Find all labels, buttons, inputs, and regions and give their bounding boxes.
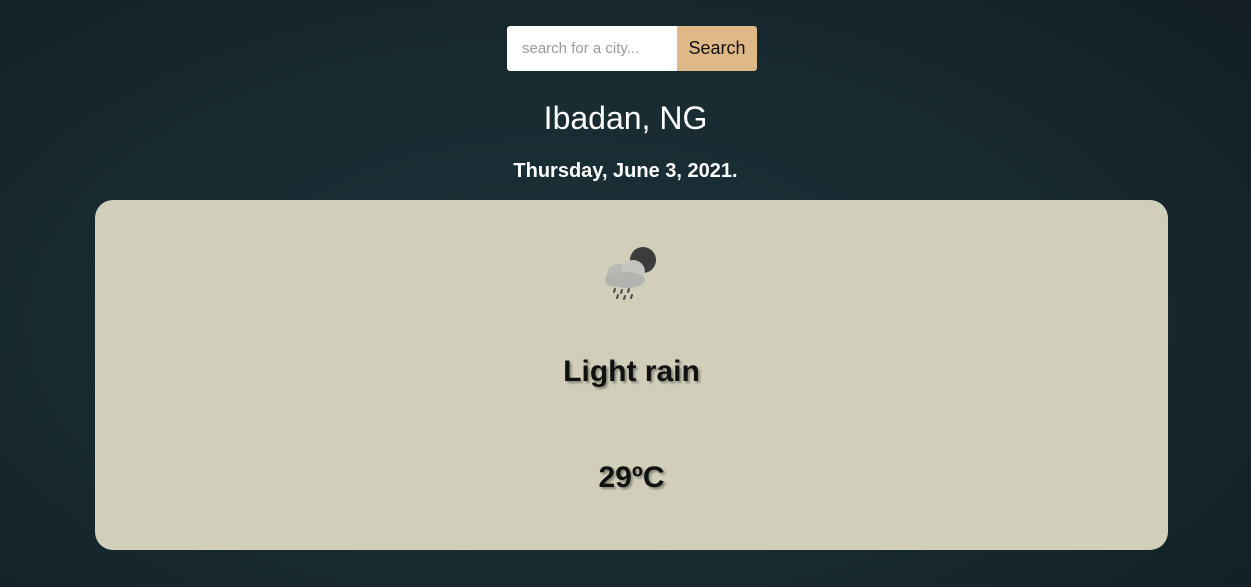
current-date: Thursday, June 3, 2021. — [513, 160, 738, 182]
search-input[interactable] — [507, 26, 677, 71]
search-bar: Search — [507, 26, 757, 71]
city-title: Ibadan, NG — [543, 100, 708, 136]
search-button[interactable]: Search — [677, 26, 757, 71]
night-light-rain-icon — [605, 247, 656, 300]
weather-condition: Light rain — [563, 355, 700, 388]
weather-card: Light rain 29ºC — [95, 200, 1168, 550]
temperature-value: 29ºC — [598, 461, 665, 494]
